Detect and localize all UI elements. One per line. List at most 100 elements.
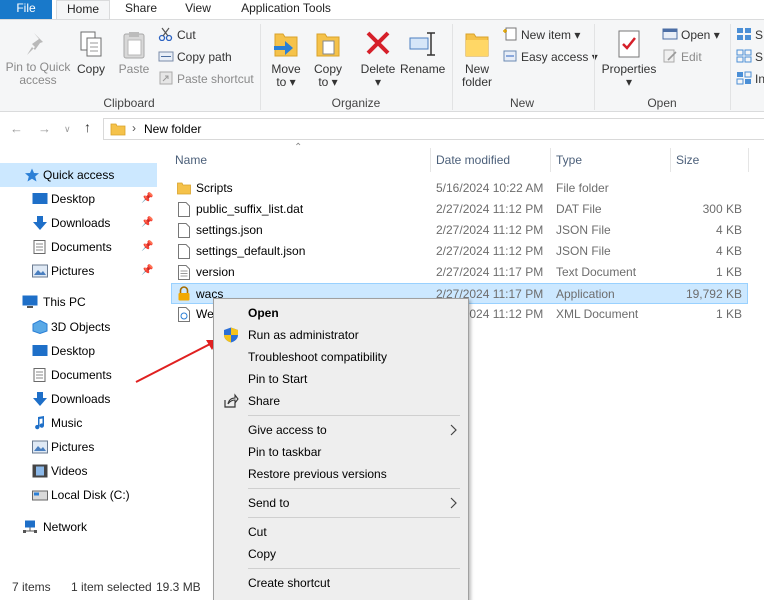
context-menu-share[interactable]: Share xyxy=(214,390,468,412)
new-folder-icon xyxy=(465,33,489,57)
column-divider[interactable] xyxy=(670,148,671,172)
context-menu-send-to[interactable]: Send to xyxy=(214,492,468,514)
nav-downloads[interactable]: Downloads xyxy=(0,387,157,411)
nav-pictures[interactable]: Pictures xyxy=(0,435,157,459)
file-row-scripts[interactable]: Scripts 5/16/2024 10:22 AM File folder xyxy=(171,178,748,199)
column-divider[interactable] xyxy=(430,148,431,172)
select-none-icon xyxy=(736,49,752,63)
tab-view[interactable]: View xyxy=(174,0,222,19)
nav-local-disk[interactable]: Local Disk (C:) xyxy=(0,483,157,507)
context-menu: Open Run as administrator Troubleshoot c… xyxy=(213,298,469,600)
nav-quick-documents[interactable]: Documents 📌 xyxy=(0,235,157,259)
context-menu-copy[interactable]: Copy xyxy=(214,543,468,565)
column-divider[interactable] xyxy=(550,148,551,172)
recent-locations-chevron-icon[interactable]: ∨ xyxy=(64,124,71,135)
music-note-icon xyxy=(35,416,45,430)
pictures-icon xyxy=(32,264,48,278)
context-menu-run-as-administrator[interactable]: Run as administrator xyxy=(214,324,468,346)
copy-icon xyxy=(80,31,102,57)
3d-objects-icon xyxy=(32,320,48,334)
context-menu-separator xyxy=(248,488,460,489)
ribbon-separator xyxy=(594,24,595,110)
open-button[interactable]: Open ▾ xyxy=(662,26,720,44)
context-menu-give-access-to[interactable]: Give access to xyxy=(214,419,468,441)
documents-icon xyxy=(33,368,46,382)
move-to-icon xyxy=(274,33,298,57)
desktop-icon xyxy=(32,345,48,356)
invert-selection-icon xyxy=(736,71,752,85)
context-menu-troubleshoot-compatibility[interactable]: Troubleshoot compatibility xyxy=(214,346,468,368)
status-selected-count: 1 item selected xyxy=(71,580,152,594)
move-to-button[interactable]: Move to ▾ xyxy=(266,28,306,89)
select-all-button[interactable]: S xyxy=(736,26,763,44)
tab-share[interactable]: Share xyxy=(116,0,166,19)
rename-button[interactable]: Rename xyxy=(400,28,445,76)
desktop-icon xyxy=(32,193,48,204)
scissors-icon xyxy=(158,27,174,42)
drive-icon xyxy=(32,490,48,501)
context-menu-open[interactable]: Open xyxy=(214,302,468,324)
forward-arrow-icon[interactable]: → xyxy=(38,121,51,136)
paste-shortcut-button[interactable]: Paste shortcut xyxy=(158,70,254,88)
nav-quick-pictures[interactable]: Pictures 📌 xyxy=(0,259,157,283)
breadcrumb-chevron-icon[interactable]: › xyxy=(132,121,136,135)
uac-shield-icon xyxy=(224,327,238,343)
paste-icon xyxy=(123,32,145,59)
nav-quick-desktop[interactable]: Desktop 📌 xyxy=(0,187,157,211)
new-folder-button[interactable]: New folder xyxy=(456,28,498,89)
file-row-public-suffix-list[interactable]: public_suffix_list.dat 2/27/2024 11:12 P… xyxy=(171,199,748,220)
up-arrow-icon[interactable]: ↑ xyxy=(84,119,91,135)
back-arrow-icon[interactable]: ← xyxy=(10,121,23,136)
nav-this-pc[interactable]: This PC xyxy=(0,290,157,314)
column-header-name[interactable]: Name xyxy=(175,146,207,174)
easy-access-button[interactable]: Easy access ▾ xyxy=(502,48,598,66)
nav-quick-access[interactable]: Quick access xyxy=(0,163,157,187)
tab-file[interactable]: File xyxy=(0,0,52,19)
nav-videos[interactable]: Videos xyxy=(0,459,157,483)
ribbon: Pin to Quick access Copy Paste Cut Copy … xyxy=(0,19,764,112)
copy-button[interactable]: Copy xyxy=(74,30,108,76)
column-header-type[interactable]: Type xyxy=(556,146,582,174)
copy-to-button[interactable]: Copy to ▾ xyxy=(308,28,348,89)
ribbon-separator xyxy=(260,24,261,110)
column-header-size[interactable]: Size xyxy=(676,146,699,174)
copy-path-button[interactable]: Copy path xyxy=(158,48,232,66)
paste-button[interactable]: Paste xyxy=(116,30,152,76)
context-menu-restore-previous-versions[interactable]: Restore previous versions xyxy=(214,463,468,485)
cut-button[interactable]: Cut xyxy=(158,26,196,44)
nav-network[interactable]: Network xyxy=(0,515,157,539)
share-icon xyxy=(224,393,239,408)
file-icon xyxy=(178,202,190,217)
column-header-date[interactable]: Date modified xyxy=(436,146,510,174)
tab-home[interactable]: Home xyxy=(56,0,110,20)
properties-button[interactable]: Properties ▾ xyxy=(600,28,658,89)
properties-icon xyxy=(618,30,640,58)
pin-to-quick-access-button[interactable]: Pin to Quick access xyxy=(2,30,74,87)
easy-access-icon xyxy=(502,49,518,63)
ribbon-tabs: File Home Share View Application Tools xyxy=(0,0,764,20)
nav-music[interactable]: Music xyxy=(0,411,157,435)
file-row-version[interactable]: version 2/27/2024 11:17 PM Text Document… xyxy=(171,262,748,283)
rename-icon xyxy=(409,32,435,56)
file-row-settings-default-json[interactable]: settings_default.json 2/27/2024 11:12 PM… xyxy=(171,241,748,262)
tab-application-tools[interactable]: Application Tools xyxy=(234,0,338,19)
status-item-count: 7 items xyxy=(12,580,51,594)
context-menu-create-shortcut[interactable]: Create shortcut xyxy=(214,572,468,594)
breadcrumb-current-folder[interactable]: New folder xyxy=(144,122,201,136)
select-none-button[interactable]: S xyxy=(736,48,763,66)
delete-button[interactable]: Delete ▾ xyxy=(358,28,398,89)
invert-selection-button[interactable]: In xyxy=(736,70,764,88)
address-bar[interactable]: › New folder xyxy=(103,118,764,140)
edit-button[interactable]: Edit xyxy=(662,48,702,66)
context-menu-pin-to-start[interactable]: Pin to Start xyxy=(214,368,468,390)
submenu-chevron-icon xyxy=(450,424,457,436)
new-item-button[interactable]: New item ▾ xyxy=(502,26,580,44)
context-menu-cut[interactable]: Cut xyxy=(214,521,468,543)
context-menu-pin-to-taskbar[interactable]: Pin to taskbar xyxy=(214,441,468,463)
nav-quick-downloads[interactable]: Downloads 📌 xyxy=(0,211,157,235)
file-row-settings-json[interactable]: settings.json 2/27/2024 11:12 PM JSON Fi… xyxy=(171,220,748,241)
pin-icon xyxy=(27,33,43,55)
column-divider[interactable] xyxy=(748,148,749,172)
paste-shortcut-icon xyxy=(158,71,174,85)
pin-icon: 📌 xyxy=(141,241,154,252)
